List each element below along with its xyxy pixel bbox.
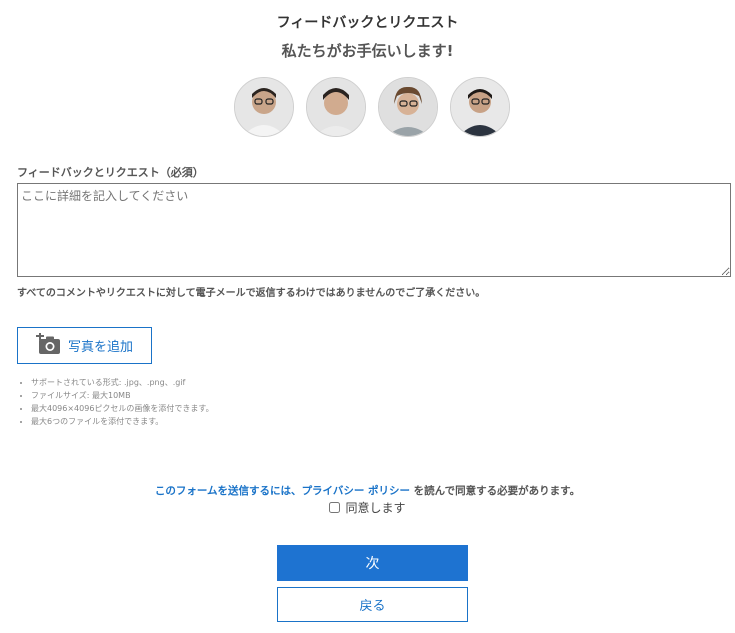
list-item: 最大4096×4096ピクセルの画像を添付できます。 <box>31 402 214 415</box>
avatar <box>234 77 294 137</box>
page-subtitle: 私たちがお手伝いします! <box>281 42 454 60</box>
page-title: フィードバックとリクエスト <box>276 15 459 31</box>
upload-rules: サポートされている形式: .jpg、.png、.gif ファイルサイズ: 最大1… <box>17 376 214 428</box>
avatar <box>306 77 366 137</box>
privacy-prefix: このフォームを送信するには、 <box>154 485 302 497</box>
list-item: ファイルサイズ: 最大10MB <box>31 389 214 402</box>
team-avatars <box>234 77 514 139</box>
back-button[interactable]: 戻る <box>277 587 468 622</box>
agree-row: 同意します <box>0 499 735 516</box>
next-button[interactable]: 次 <box>277 545 468 581</box>
privacy-suffix: を読んで同意する必要があります。 <box>410 485 581 497</box>
camera-plus-icon <box>35 332 62 358</box>
avatar <box>450 77 510 137</box>
feedback-label: フィードバックとリクエスト（必須） <box>17 166 204 179</box>
list-item: サポートされている形式: .jpg、.png、.gif <box>31 376 214 389</box>
add-photo-label: 写真を追加 <box>67 339 133 354</box>
reply-disclaimer: すべてのコメントやリクエストに対して電子メールで返信するわけではありませんのでご… <box>17 288 486 299</box>
privacy-policy-link[interactable]: プライバシー ポリシー <box>302 485 410 497</box>
add-photo-button[interactable]: 写真を追加 <box>17 327 152 364</box>
avatar <box>378 77 438 137</box>
agree-checkbox[interactable] <box>329 502 341 513</box>
agree-label: 同意します <box>345 501 406 515</box>
feedback-textarea[interactable] <box>17 183 731 277</box>
list-item: 最大6つのファイルを添付できます。 <box>31 415 214 428</box>
privacy-notice: このフォームを送信するには、プライバシー ポリシー を読んで同意する必要がありま… <box>0 483 735 498</box>
feedback-page: フィードバックとリクエスト 私たちがお手伝いします! フィードバックとリクエスト… <box>0 0 735 633</box>
